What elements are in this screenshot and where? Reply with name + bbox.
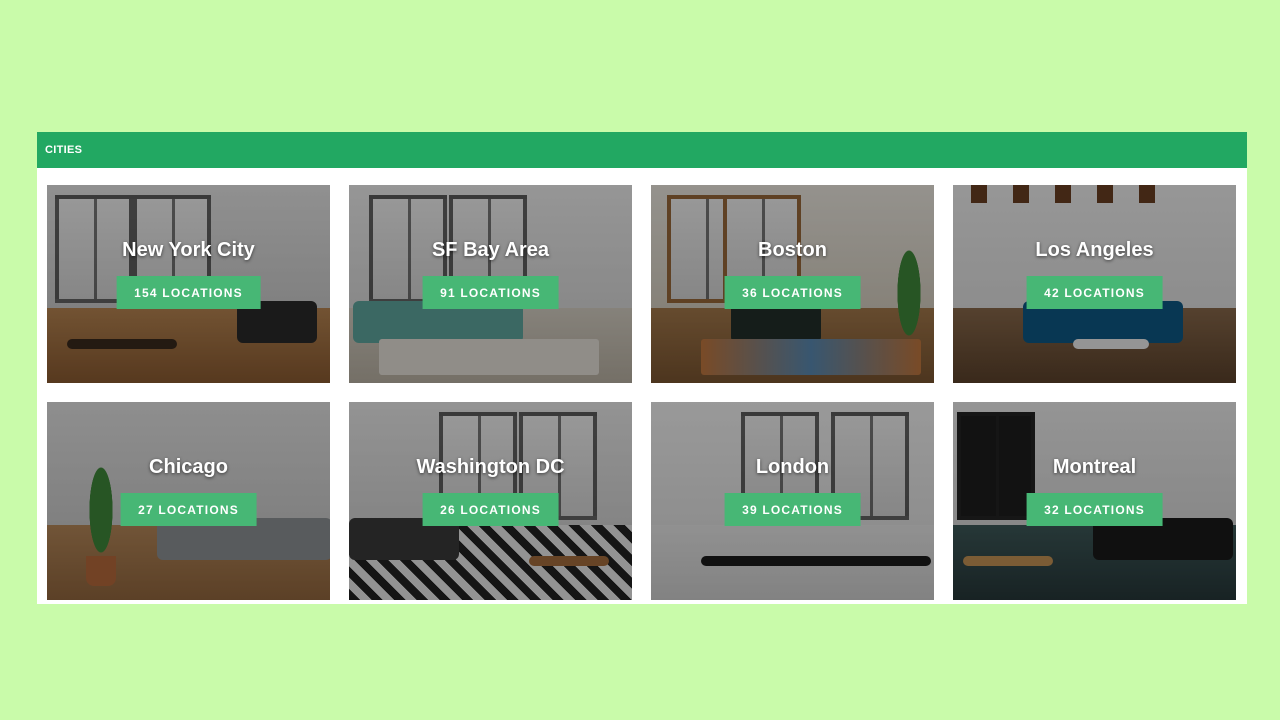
locations-button[interactable]: 154 LOCATIONS xyxy=(116,276,261,309)
city-name: Washington DC xyxy=(416,456,565,478)
city-card-london[interactable]: London 39 LOCATIONS xyxy=(651,402,934,600)
city-name: Chicago xyxy=(149,456,228,478)
section-title: CITIES xyxy=(45,144,83,156)
locations-button[interactable]: 26 LOCATIONS xyxy=(422,493,559,526)
cities-header: CITIES xyxy=(37,132,1247,168)
city-card-boston[interactable]: Boston 36 LOCATIONS xyxy=(651,185,934,383)
city-card-sf-bay-area[interactable]: SF Bay Area 91 LOCATIONS xyxy=(349,185,632,383)
city-name: SF Bay Area xyxy=(431,239,550,261)
city-card-montreal[interactable]: Montreal 32 LOCATIONS xyxy=(953,402,1236,600)
city-grid: New York City 154 LOCATIONS SF Bay Area … xyxy=(47,185,1236,600)
cities-panel: CITIES New York City 154 LOCATIONS SF Ba… xyxy=(37,132,1247,604)
locations-button[interactable]: 27 LOCATIONS xyxy=(120,493,257,526)
locations-button[interactable]: 42 LOCATIONS xyxy=(1026,276,1163,309)
city-card-new-york-city[interactable]: New York City 154 LOCATIONS xyxy=(47,185,330,383)
city-card-washington-dc[interactable]: Washington DC 26 LOCATIONS xyxy=(349,402,632,600)
city-name: Los Angeles xyxy=(1035,239,1154,261)
city-name: London xyxy=(755,456,830,478)
city-name: Boston xyxy=(758,239,827,261)
city-card-los-angeles[interactable]: Los Angeles 42 LOCATIONS xyxy=(953,185,1236,383)
locations-button[interactable]: 32 LOCATIONS xyxy=(1026,493,1163,526)
locations-button[interactable]: 91 LOCATIONS xyxy=(422,276,559,309)
city-name: Montreal xyxy=(1052,456,1137,478)
city-card-chicago[interactable]: Chicago 27 LOCATIONS xyxy=(47,402,330,600)
locations-button[interactable]: 39 LOCATIONS xyxy=(724,493,861,526)
locations-button[interactable]: 36 LOCATIONS xyxy=(724,276,861,309)
city-name: New York City xyxy=(122,239,255,261)
